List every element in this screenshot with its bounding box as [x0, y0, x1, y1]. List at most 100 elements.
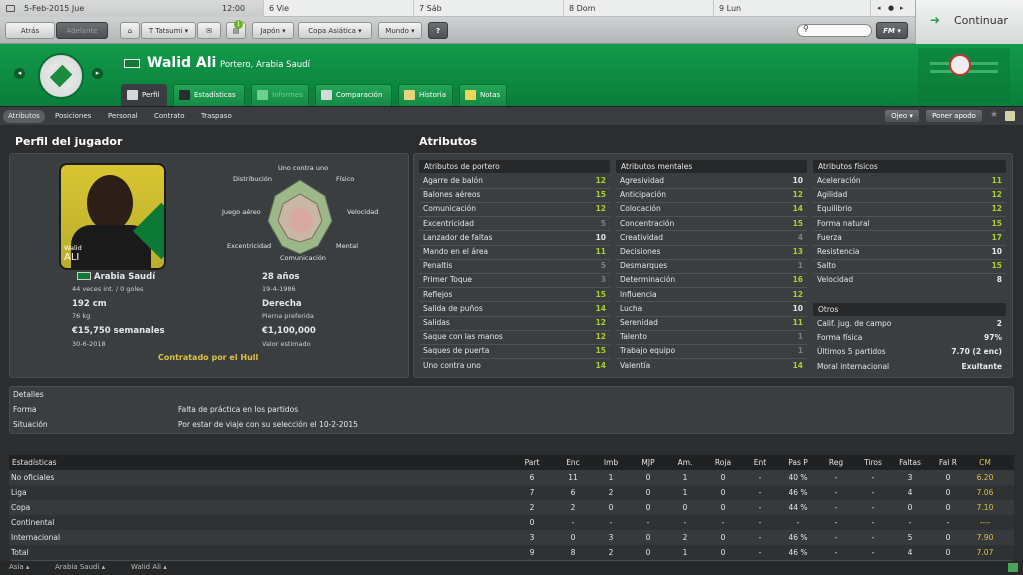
- attribute-row[interactable]: Velocidad 8: [813, 273, 1006, 287]
- attribute-row[interactable]: Concentración 15: [616, 217, 807, 231]
- attribute-row[interactable]: Influencia 12: [616, 288, 807, 302]
- continue-button[interactable]: ➜ Continuar: [915, 0, 1023, 44]
- attribute-row[interactable]: Penaltis 5: [419, 259, 610, 273]
- attribute-row[interactable]: Aceleración 11: [813, 174, 1006, 188]
- breadcrumb-item[interactable]: Walid Ali ▴: [131, 563, 167, 571]
- breadcrumb-item[interactable]: Arabia Saudí ▴: [55, 563, 105, 571]
- attribute-row[interactable]: Saque con las manos 12: [419, 330, 610, 344]
- attribute-row[interactable]: Forma natural 15: [813, 217, 1006, 231]
- attribute-row[interactable]: Balones aéreos 15: [419, 188, 610, 202]
- breadcrumb-item[interactable]: Asia ▴: [9, 563, 29, 571]
- stats-column-header[interactable]: Part: [514, 455, 550, 470]
- radar-label: Mental: [336, 242, 359, 250]
- prev-icon[interactable]: ◂: [877, 0, 881, 17]
- search-input[interactable]: ⚲: [797, 24, 872, 37]
- attribute-row[interactable]: Serenidad 11: [616, 316, 807, 330]
- attribute-row[interactable]: Anticipación 12: [616, 188, 807, 202]
- attribute-row[interactable]: Salidas 12: [419, 316, 610, 330]
- subtab-atributos[interactable]: Atributos: [3, 110, 45, 123]
- stats-column-header[interactable]: Am.: [667, 455, 703, 470]
- attribute-row[interactable]: Lanzador de faltas 10: [419, 231, 610, 245]
- subtab-traspaso[interactable]: Traspaso: [196, 110, 237, 123]
- attribute-row[interactable]: Salida de puños 14: [419, 302, 610, 316]
- attribute-row[interactable]: Determinación 16: [616, 273, 807, 287]
- attribute-row[interactable]: Trabajo equipo 1: [616, 344, 807, 358]
- current-day[interactable]: 5-Feb-2015 Jue 12:00: [0, 0, 263, 17]
- stats-column-header[interactable]: CM: [967, 455, 1003, 470]
- attribute-row[interactable]: Valentía 14: [616, 359, 807, 373]
- attribute-row[interactable]: Excentricidad 5: [419, 217, 610, 231]
- attribute-row[interactable]: Talento 1: [616, 330, 807, 344]
- stats-column-header[interactable]: Roja: [705, 455, 741, 470]
- dot-icon[interactable]: ●: [888, 0, 894, 17]
- attribute-row[interactable]: Salto 15: [813, 259, 1006, 273]
- league-menu[interactable]: Japón ▾: [252, 22, 294, 39]
- subtab-personal[interactable]: Personal: [103, 110, 143, 123]
- note-icon[interactable]: [1005, 111, 1015, 121]
- attribute-name: Concentración: [620, 218, 675, 228]
- attribute-row[interactable]: Decisiones 13: [616, 245, 807, 259]
- subtab-contrato[interactable]: Contrato: [149, 110, 190, 123]
- attribute-row[interactable]: Comunicación 12: [419, 202, 610, 216]
- attribute-row[interactable]: Creatividad 4: [616, 231, 807, 245]
- calendar-day[interactable]: 9 Lun: [713, 0, 870, 17]
- forward-button[interactable]: Adelante: [56, 22, 108, 39]
- attribute-row[interactable]: Uno contra uno 14: [419, 359, 610, 373]
- calendar-day[interactable]: 8 Dom: [563, 0, 713, 17]
- tab-estadisticas[interactable]: Estadísticas: [173, 84, 245, 106]
- tab-historia[interactable]: Historia: [398, 84, 453, 106]
- attribute-row[interactable]: Lucha 10: [616, 302, 807, 316]
- home-icon[interactable]: ⌂: [120, 22, 140, 39]
- calendar-day[interactable]: 7 Sáb: [413, 0, 563, 17]
- attribute-row[interactable]: Agilidad 12: [813, 188, 1006, 202]
- stats-column-header[interactable]: Pas P: [780, 455, 816, 470]
- world-menu[interactable]: Mundo ▾: [378, 22, 422, 39]
- attribute-row[interactable]: Fuerza 17: [813, 231, 1006, 245]
- back-button[interactable]: Atrás: [5, 22, 55, 39]
- attribute-value: 15: [792, 218, 803, 228]
- next-icon[interactable]: ▸: [900, 0, 904, 17]
- mail-icon[interactable]: ✉: [197, 22, 221, 39]
- attribute-row[interactable]: Colocación 14: [616, 202, 807, 216]
- stats-column-header[interactable]: Faltas: [892, 455, 928, 470]
- calendar-controls[interactable]: ◂ ● ▸: [870, 0, 915, 17]
- attribute-row[interactable]: Agarre de balón 12: [419, 174, 610, 188]
- stats-column-header[interactable]: Enc: [555, 455, 591, 470]
- attribute-row[interactable]: Primer Toque 3: [419, 273, 610, 287]
- tab-notas[interactable]: Notas: [459, 84, 507, 106]
- other-name: Últimos 5 partidos: [817, 347, 886, 357]
- manager-menu[interactable]: T Tatsumi ▾: [141, 22, 196, 39]
- attribute-row[interactable]: Desmarques 1: [616, 259, 807, 273]
- attribute-row[interactable]: Resistencia 10: [813, 245, 1006, 259]
- subtab-posiciones[interactable]: Posiciones: [50, 110, 96, 123]
- calendar-day[interactable]: 6 Vie: [263, 0, 413, 17]
- tab-informes[interactable]: Informes: [251, 84, 309, 106]
- scout-button[interactable]: Ojeo ▾: [884, 109, 920, 123]
- tab-perfil[interactable]: Perfil: [121, 84, 167, 106]
- prev-player-icon[interactable]: ◂: [14, 68, 25, 79]
- stats-cell: -: [834, 548, 838, 557]
- star-icon[interactable]: ★: [990, 110, 998, 120]
- attribute-row[interactable]: Saques de puerta 15: [419, 344, 610, 358]
- attribute-row[interactable]: Mando en el área 11: [419, 245, 610, 259]
- competition-menu[interactable]: Copa Asiática ▾: [298, 22, 372, 39]
- stats-column-header[interactable]: MJP: [630, 455, 666, 470]
- attribute-row[interactable]: Agresividad 10: [616, 174, 807, 188]
- attribute-name: Velocidad: [817, 275, 854, 285]
- stats-column-header[interactable]: Tiros: [855, 455, 891, 470]
- fm-menu[interactable]: FM ▾: [876, 22, 908, 39]
- attribute-row[interactable]: Equilibrio 12: [813, 202, 1006, 216]
- nickname-button[interactable]: Poner apodo: [925, 109, 983, 123]
- tab-comparacion[interactable]: Comparación: [315, 84, 392, 106]
- stats-column-header[interactable]: Ent: [742, 455, 778, 470]
- next-player-icon[interactable]: ▸: [92, 68, 103, 79]
- stats-row-label: Continental: [11, 518, 55, 527]
- stats-column-header[interactable]: Reg: [818, 455, 854, 470]
- stats-column-header[interactable]: Imb: [593, 455, 629, 470]
- attribute-row[interactable]: Reflejos 15: [419, 288, 610, 302]
- help-button[interactable]: ?: [428, 22, 448, 39]
- stats-column-header[interactable]: Fal R: [930, 455, 966, 470]
- contract-status-link[interactable]: Contratado por el Hull: [158, 353, 258, 362]
- attribute-value: 10: [792, 176, 803, 185]
- resize-icon[interactable]: [1008, 563, 1018, 572]
